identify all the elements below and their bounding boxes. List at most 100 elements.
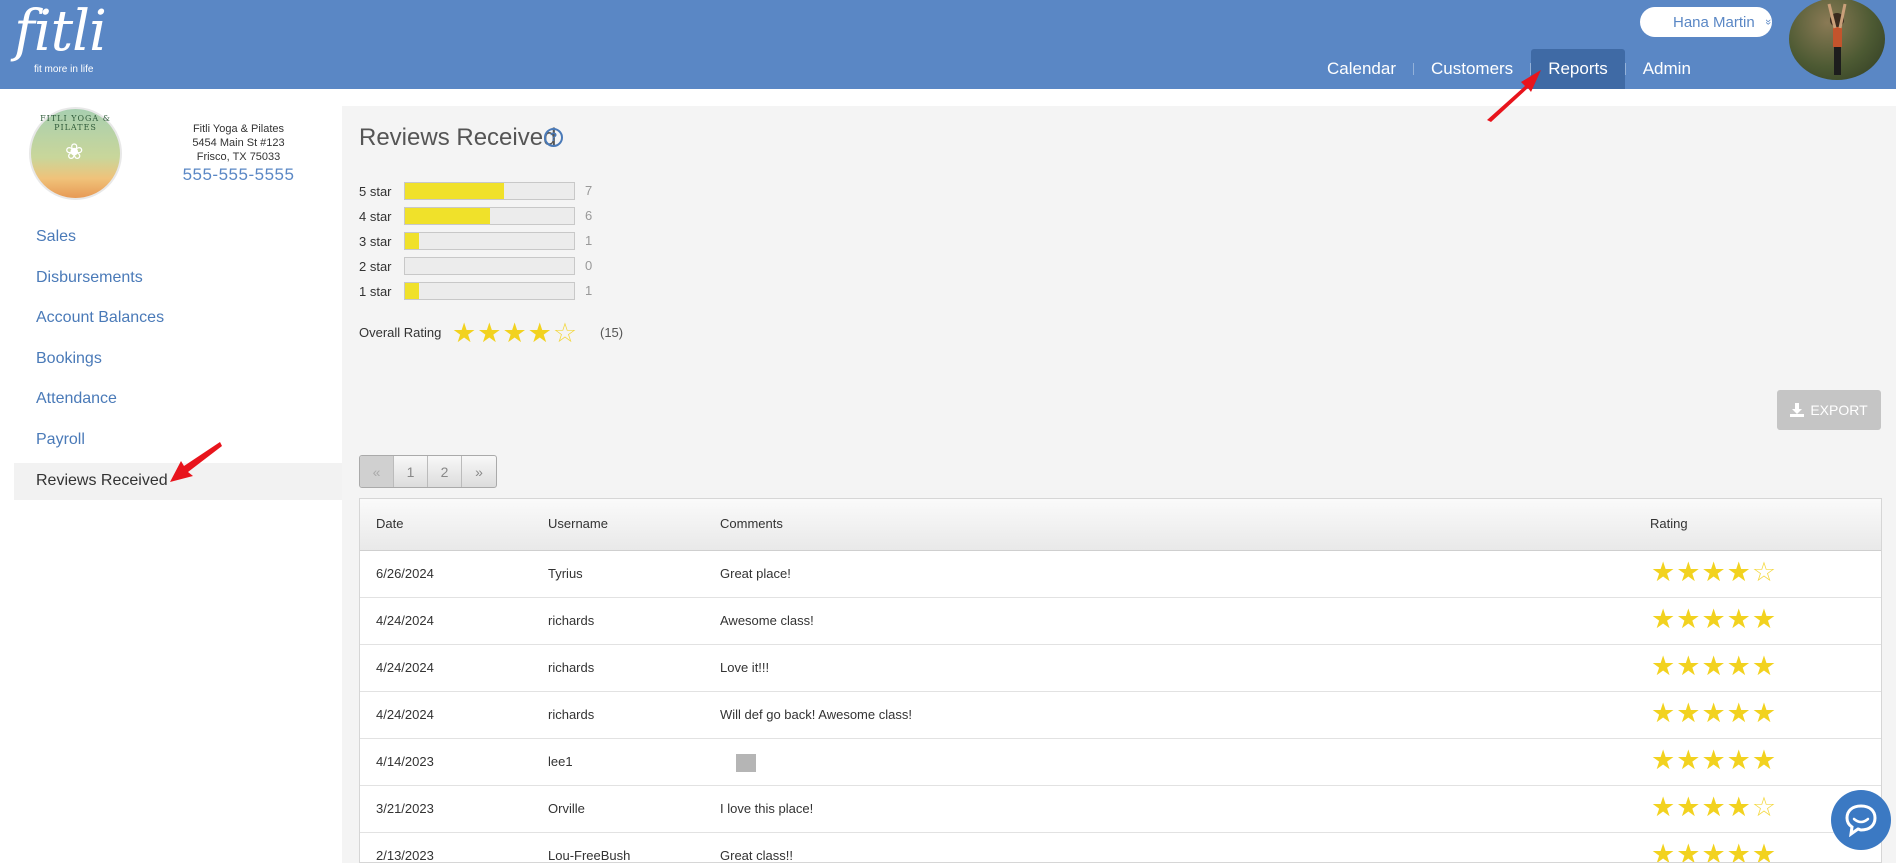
table-row[interactable]: 3/21/2023 Orville I love this place! ★★★★☆ xyxy=(360,786,1881,833)
cell-username: Tyrius xyxy=(548,566,583,581)
star-icon-filled: ★ xyxy=(1701,604,1727,634)
cell-comment: Will def go back! Awesome class! xyxy=(720,707,912,722)
table-row[interactable]: 4/14/2023 lee1 ★★★★★ xyxy=(360,739,1881,786)
rating-distribution-label: 3 star xyxy=(359,234,392,249)
overall-rating-label: Overall Rating xyxy=(359,325,442,340)
rating-distribution-count: 1 xyxy=(585,233,593,248)
annotation-arrow-icon xyxy=(170,442,222,482)
star-icon-filled: ★ xyxy=(1751,839,1778,863)
star-icon-filled: ★ xyxy=(1651,557,1677,587)
star-icon-filled: ★ xyxy=(1726,651,1752,681)
column-header-rating[interactable]: Rating xyxy=(1650,516,1688,531)
sidebar-item-payroll[interactable]: Payroll xyxy=(36,431,85,449)
star-icon-filled: ★ xyxy=(452,318,478,348)
star-icon-filled: ★ xyxy=(1676,792,1702,822)
star-icon-filled: ★ xyxy=(1651,839,1677,863)
nav-admin[interactable]: Admin xyxy=(1626,49,1708,89)
nav-reports[interactable]: Reports xyxy=(1531,49,1625,89)
star-icon-filled: ★ xyxy=(1676,839,1702,863)
rating-distribution-bar-fill xyxy=(405,183,504,199)
business-logo: FITLI YOGA & PILATES ❀ xyxy=(29,107,122,200)
column-header-date[interactable]: Date xyxy=(376,516,403,531)
cell-rating-stars: ★★★★★ xyxy=(1651,839,1778,863)
cell-username: richards xyxy=(548,660,595,675)
column-header-comments[interactable]: Comments xyxy=(720,516,783,531)
rating-distribution-bar xyxy=(404,182,575,200)
sidebar-item-attendance[interactable]: Attendance xyxy=(36,390,117,408)
star-icon-filled: ★ xyxy=(1651,604,1677,634)
pagination-page-1[interactable]: 1 xyxy=(394,456,428,487)
export-button[interactable]: EXPORT xyxy=(1777,390,1881,430)
cell-date: 4/24/2024 xyxy=(376,660,434,675)
pagination-prev[interactable]: « xyxy=(360,456,394,487)
table-row[interactable]: 2/13/2023 Lou-FreeBush Great class!! ★★★★★ xyxy=(360,833,1881,863)
table-header: Date Username Comments Rating xyxy=(360,499,1881,551)
reviews-table: Date Username Comments Rating 6/26/2024 T… xyxy=(359,498,1882,863)
star-icon-empty: ☆ xyxy=(1751,792,1778,822)
sidebar-item-reviews-label: Reviews Received xyxy=(36,472,168,489)
top-header: fitli fit more in life Hana Martin » Cal… xyxy=(0,0,1896,89)
column-header-username[interactable]: Username xyxy=(548,516,608,531)
pagination-next[interactable]: » xyxy=(462,456,496,487)
star-icon-filled: ★ xyxy=(1701,745,1727,775)
cell-comment: I love this place! xyxy=(720,801,814,816)
cell-date: 3/21/2023 xyxy=(376,801,434,816)
sidebar-item-bookings[interactable]: Bookings xyxy=(36,350,102,368)
star-icon-filled: ★ xyxy=(1676,651,1702,681)
page-title: Reviews Received xyxy=(359,124,557,151)
cell-comment: Awesome class! xyxy=(720,613,814,628)
export-label: EXPORT xyxy=(1810,402,1868,418)
avatar[interactable] xyxy=(1789,0,1885,80)
business-name: Fitli Yoga & Pilates xyxy=(192,123,285,135)
star-icon-filled: ★ xyxy=(1676,557,1702,587)
star-icon-filled: ★ xyxy=(1701,651,1727,681)
sidebar-item-account-balances[interactable]: Account Balances xyxy=(36,309,164,327)
sidebar-item-sales[interactable]: Sales xyxy=(36,228,76,246)
cell-rating-stars: ★★★★★ xyxy=(1651,651,1777,682)
star-icon-filled: ★ xyxy=(1676,698,1702,728)
download-icon xyxy=(1790,403,1805,417)
star-icon-filled: ★ xyxy=(1751,604,1778,634)
help-icon[interactable]: ? xyxy=(544,128,563,147)
cell-rating-stars: ★★★★☆ xyxy=(1651,792,1777,823)
rating-distribution-count: 6 xyxy=(585,208,593,223)
cell-username: Orville xyxy=(548,801,585,816)
star-icon-filled: ★ xyxy=(1651,698,1677,728)
business-logo-text: FITLI YOGA & PILATES xyxy=(40,114,111,132)
star-icon-filled: ★ xyxy=(1751,745,1778,775)
business-address-line2: Frisco, TX 75033 xyxy=(196,151,281,163)
star-icon-filled: ★ xyxy=(1726,839,1752,863)
table-row[interactable]: 4/24/2024 richards Love it!!! ★★★★★ xyxy=(360,645,1881,692)
table-row[interactable]: 4/24/2024 richards Will def go back! Aweso… xyxy=(360,692,1881,739)
business-phone[interactable]: 555-555-5555 xyxy=(160,165,317,185)
star-icon-filled: ★ xyxy=(1726,557,1752,587)
avatar-photo xyxy=(1827,3,1847,75)
cell-date: 4/24/2024 xyxy=(376,613,434,628)
star-icon-filled: ★ xyxy=(1651,651,1677,681)
cell-rating-stars: ★★★★★ xyxy=(1651,745,1777,776)
rating-distribution-bar xyxy=(404,257,575,275)
table-row[interactable]: 6/26/2024 Tyrius Great place! ★★★★☆ xyxy=(360,551,1881,598)
cell-rating-stars: ★★★★☆ xyxy=(1651,557,1777,588)
business-address-line1: 5454 Main St #123 xyxy=(192,137,285,149)
star-icon-filled: ★ xyxy=(1701,557,1727,587)
overall-rating-count: (15) xyxy=(600,325,624,340)
star-icon-filled: ★ xyxy=(1651,745,1677,775)
pagination-page-2[interactable]: 2 xyxy=(428,456,462,487)
table-row[interactable]: 4/24/2024 richards Awesome class! ★★★★★ xyxy=(360,598,1881,645)
overall-rating-stars: ★★★★☆ xyxy=(452,318,578,349)
app-logo[interactable]: fitli fit more in life xyxy=(14,4,107,76)
rating-distribution-bar-fill xyxy=(405,233,420,249)
cell-username: richards xyxy=(548,613,595,628)
chat-button[interactable] xyxy=(1831,790,1891,850)
user-menu-button[interactable]: Hana Martin » xyxy=(1640,7,1774,37)
star-icon-empty: ☆ xyxy=(552,318,579,348)
cell-date: 2/13/2023 xyxy=(376,848,434,863)
rating-distribution-label: 5 star xyxy=(359,184,392,199)
logo-tagline: fit more in life xyxy=(34,64,94,75)
pagination: « 1 2 » xyxy=(359,455,497,488)
nav-calendar[interactable]: Calendar xyxy=(1310,49,1413,89)
chevron-down-icon: » xyxy=(1761,18,1774,26)
sidebar-item-disbursements[interactable]: Disbursements xyxy=(36,269,143,287)
star-icon-filled: ★ xyxy=(1651,792,1677,822)
